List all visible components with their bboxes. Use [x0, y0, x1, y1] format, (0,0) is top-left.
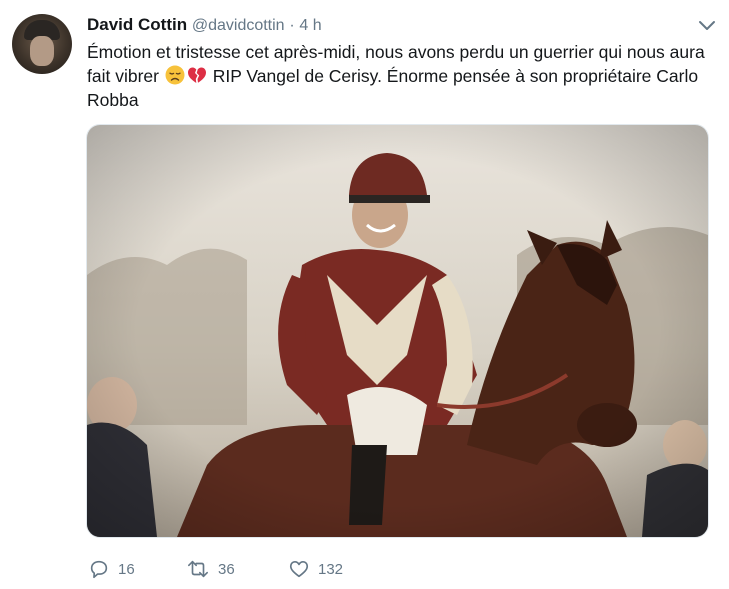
tweet-text: Émotion et tristesse cet après-midi, nou…	[87, 40, 717, 112]
reply-icon	[90, 560, 108, 579]
author-name[interactable]: David Cottin	[87, 15, 187, 34]
retweet-count: 36	[218, 560, 235, 578]
like-button[interactable]: 132	[288, 556, 343, 582]
avatar-face	[30, 36, 54, 66]
tweet-photo[interactable]	[86, 124, 709, 538]
retweet-button[interactable]: 36	[186, 556, 235, 582]
reply-button[interactable]: 16	[88, 556, 135, 582]
tweet-timestamp[interactable]: 4 h	[299, 17, 321, 34]
reply-count: 16	[118, 560, 135, 578]
separator-dot: ·	[289, 17, 295, 34]
broken-heart-emoji	[187, 67, 206, 83]
chevron-down-icon[interactable]	[697, 18, 717, 34]
retweet-icon	[188, 560, 208, 578]
tweet-header: David Cottin @davidcottin · 4 h	[87, 14, 322, 37]
like-count: 132	[318, 560, 344, 578]
jockey-horse-photo	[87, 125, 708, 537]
author-avatar[interactable]	[12, 14, 72, 74]
author-handle[interactable]: @davidcottin	[192, 17, 285, 34]
heart-icon	[289, 561, 309, 578]
disappointed-face-emoji	[165, 65, 185, 85]
